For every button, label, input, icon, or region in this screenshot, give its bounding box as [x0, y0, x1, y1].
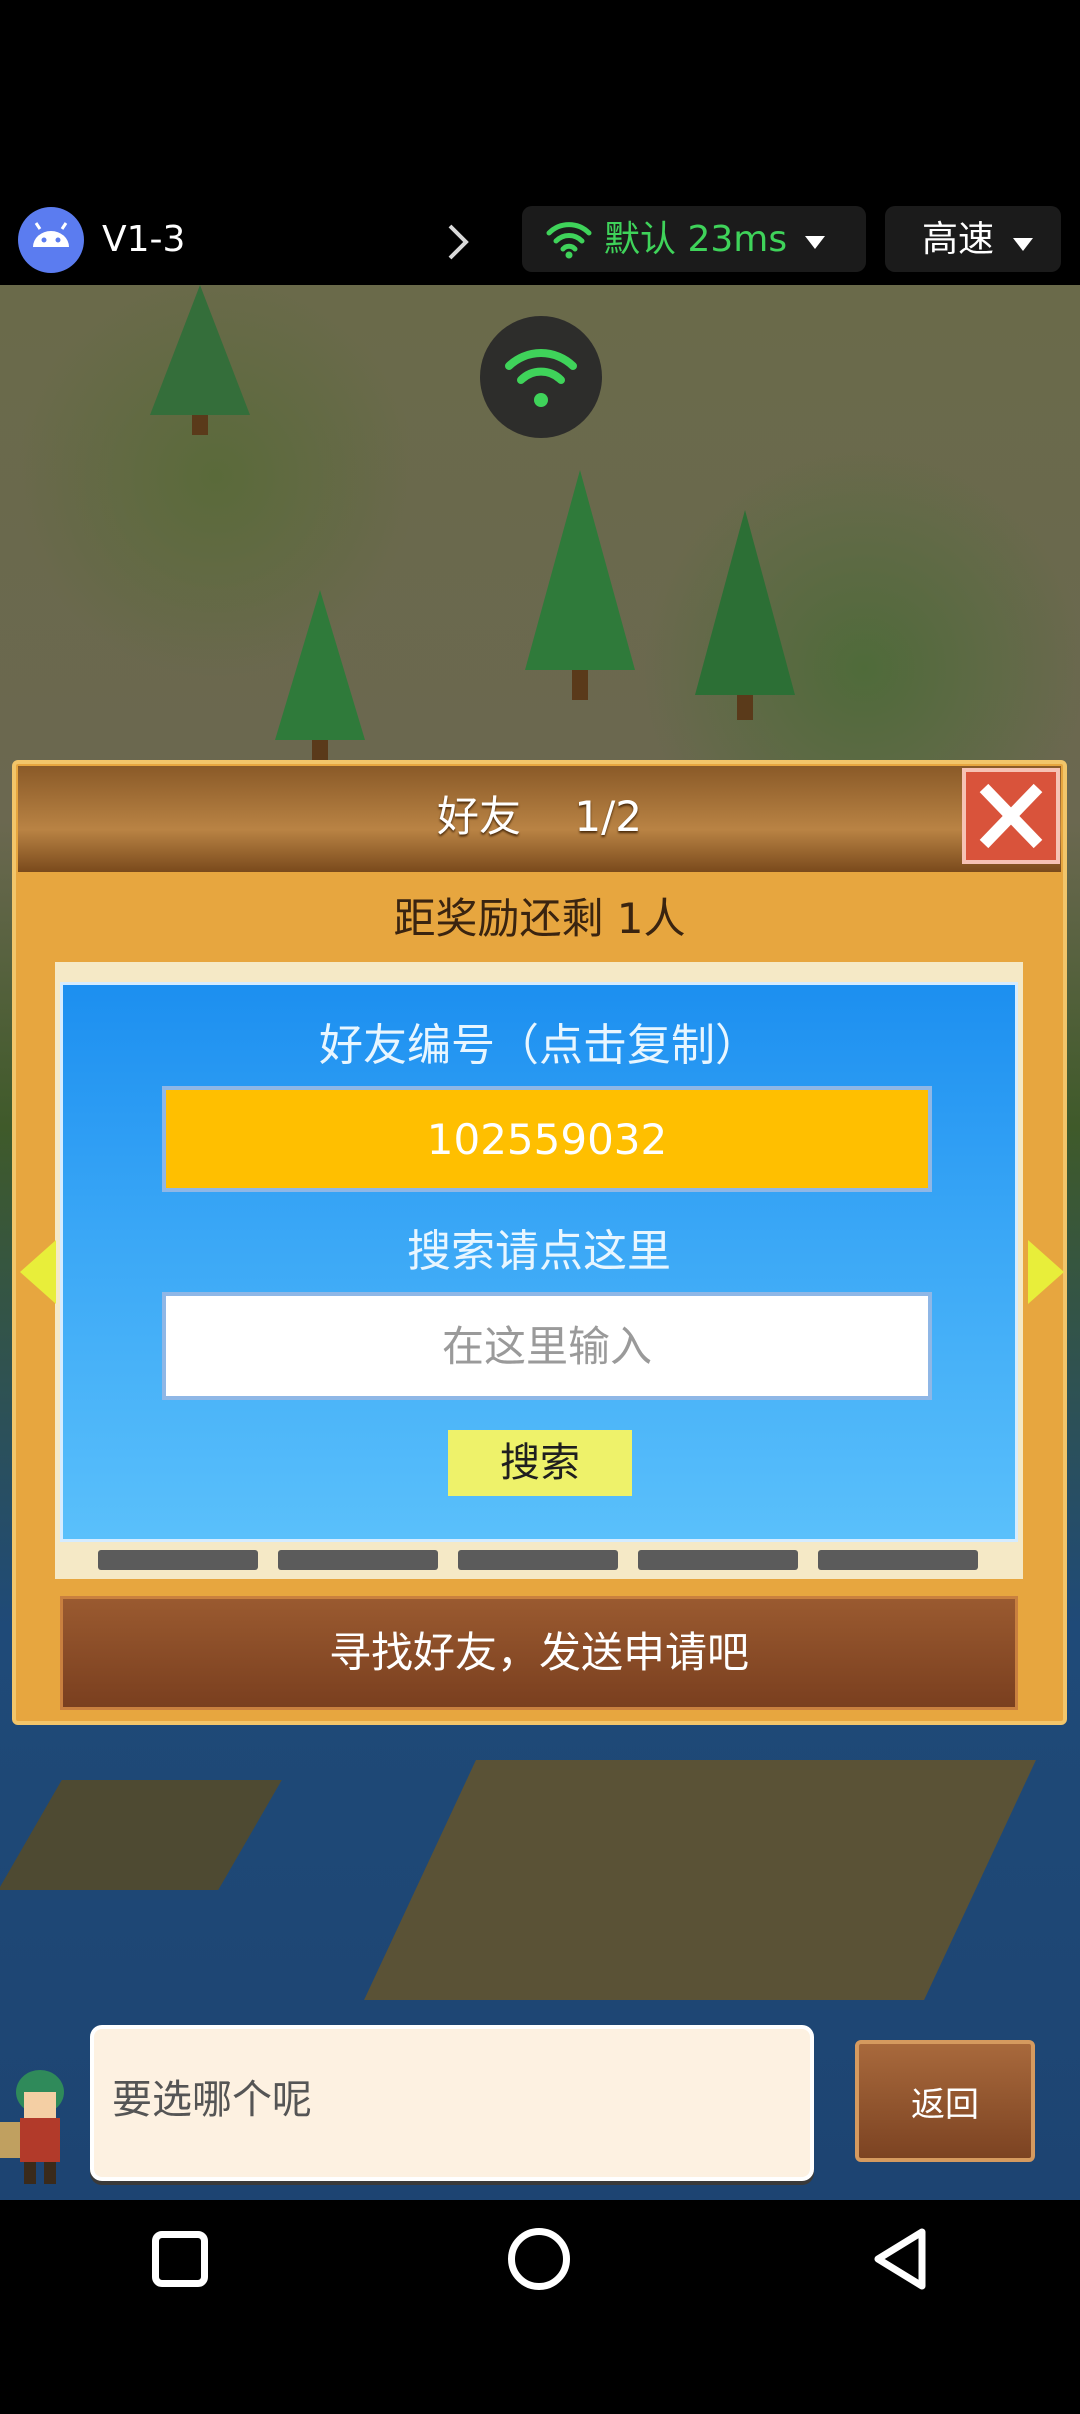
- back-triangle-icon[interactable]: [870, 2226, 930, 2292]
- floating-wifi-button[interactable]: [480, 316, 602, 438]
- find-friends-button[interactable]: 寻找好友，发送申请吧: [60, 1596, 1018, 1710]
- map-island: [364, 1760, 1036, 2000]
- home-circle-icon[interactable]: [508, 2228, 570, 2290]
- search-hint-label: 搜索请点这里: [407, 1226, 671, 1277]
- page-indicator-slot: [638, 1550, 798, 1570]
- tree-sprite: [150, 285, 250, 435]
- caret-down-icon: [805, 236, 825, 249]
- close-button[interactable]: [962, 768, 1060, 864]
- next-page-arrow-icon[interactable]: [1028, 1240, 1064, 1304]
- close-x-icon: [979, 783, 1043, 849]
- chevron-right-icon[interactable]: [445, 222, 471, 262]
- dialog-title: 好友 1/2: [437, 792, 642, 841]
- recents-square-icon[interactable]: [152, 2231, 208, 2287]
- version-label: V1-3: [102, 219, 186, 260]
- friend-id-value[interactable]: 102559032: [162, 1112, 932, 1168]
- previous-page-arrow-icon[interactable]: [20, 1240, 56, 1304]
- tree-sprite: [275, 590, 365, 760]
- android-robot-icon[interactable]: [16, 207, 86, 273]
- search-button[interactable]: 搜索: [448, 1430, 632, 1496]
- page-indicator-slot: [98, 1550, 258, 1570]
- caret-down-icon: [1013, 238, 1033, 251]
- page-indicator-slot: [818, 1550, 978, 1570]
- reward-progress-text: 距奖励还剩 1人: [393, 894, 686, 943]
- speech-text: 要选哪个呢: [112, 2077, 312, 2123]
- page-indicator-slot: [278, 1550, 438, 1570]
- network-label: 默认 23ms: [604, 219, 788, 260]
- speed-label: 高速: [922, 219, 995, 260]
- page-indicator-slot: [458, 1550, 618, 1570]
- friend-id-label: 好友编号（点击复制）: [319, 1020, 759, 1071]
- npc-character-icon: [0, 2070, 64, 2184]
- wifi-icon: [505, 349, 577, 407]
- search-input[interactable]: [162, 1292, 932, 1400]
- tree-sprite: [525, 470, 635, 700]
- back-button[interactable]: 返回: [855, 2040, 1035, 2162]
- wifi-icon: [546, 222, 592, 259]
- tree-sprite: [695, 510, 795, 720]
